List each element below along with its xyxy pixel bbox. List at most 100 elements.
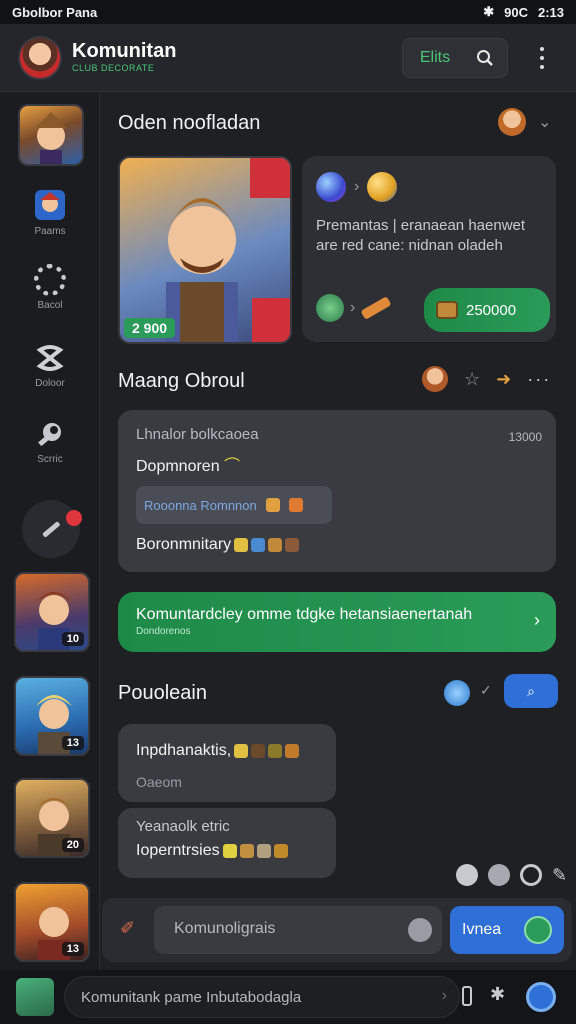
chevron-down-icon[interactable]: ⌄ [538, 112, 551, 132]
pencil-icon[interactable]: ✎ [552, 865, 567, 886]
sword-icon [360, 296, 392, 320]
section-title: Maang Obroul [118, 370, 245, 392]
arrow-right-icon[interactable]: ➜ [496, 369, 511, 390]
section-title: Pouoleain [118, 682, 207, 704]
item-icon [239, 844, 254, 858]
highlight-chip[interactable]: Rooonna Romnnon [136, 486, 332, 524]
chevron-right-icon: › [534, 610, 540, 630]
sidebar-item-doloor[interactable]: Doloor [0, 342, 100, 389]
send-label: Ivnea [462, 921, 502, 938]
edit-button[interactable] [22, 500, 82, 558]
knot-icon [36, 345, 64, 371]
banner-text: Komuntardcley omme tdgke hetansiaenertan… [136, 606, 473, 623]
gem-icon[interactable] [456, 864, 478, 886]
game-badge: 13 [61, 942, 84, 956]
score-badge: 2 900 [124, 318, 176, 338]
emoji-icon[interactable] [408, 918, 432, 942]
avatar[interactable] [18, 36, 62, 80]
reward-button[interactable]: 250000 [424, 288, 550, 332]
status-bar: Gbolbor Pana ✱ 90C 2:13 [0, 0, 576, 24]
phone-icon[interactable] [462, 986, 472, 1006]
game-thumb[interactable]: 13 [14, 882, 90, 962]
ban-icon[interactable] [520, 864, 542, 886]
game-badge: 10 [61, 632, 84, 646]
reward-icon [265, 498, 280, 512]
bluetooth-icon: ✱ [483, 4, 495, 19]
game-thumb[interactable]: 20 [14, 778, 90, 858]
reward-icon [288, 498, 303, 512]
notification-badge [66, 510, 82, 526]
community-banner[interactable]: Komuntardcley omme tdgke hetansiaenertan… [118, 592, 556, 652]
item-icon [268, 744, 283, 758]
game-badge: 13 [61, 736, 84, 750]
wrench-icon [38, 423, 61, 447]
message-input[interactable]: Komunoligrais [154, 906, 442, 954]
status-time: 2:13 [537, 4, 564, 20]
item-icon [251, 538, 266, 552]
shield-avatar-icon [35, 190, 65, 220]
user-avatar-small[interactable] [498, 108, 526, 136]
chat-message[interactable]: Lhnalor bolkcaoea 13000 Dopmnoren ⌒ Rooo… [118, 410, 556, 572]
bottom-avatar[interactable] [16, 978, 54, 1016]
chat-message[interactable]: Yeanaolk etric Ioperntrsies [118, 808, 336, 878]
status-signal: 90C [504, 4, 528, 20]
elits-button[interactable]: Elits [405, 49, 465, 67]
item-icon [234, 744, 249, 758]
banana-icon: ⌒ [224, 458, 241, 475]
sidebar-item-bacol[interactable]: Bacol [0, 264, 100, 311]
search-icon[interactable] [465, 49, 505, 67]
star-icon[interactable]: ☆ [464, 369, 480, 390]
bottom-search-field[interactable]: Komunitank pame Inbutabodagla › [64, 976, 460, 1018]
message-line: Dopmnoren [136, 458, 220, 475]
game-badge: 20 [61, 838, 84, 852]
item-icon [234, 538, 249, 552]
promo-card[interactable]: › Premantas | eranaean haenwet are red c… [302, 156, 556, 342]
message-line: Yeanaolk etric [136, 818, 230, 835]
sidebar-item-label: Paams [34, 226, 66, 237]
game-thumb[interactable]: 13 [14, 676, 90, 756]
more-dots-icon[interactable]: ··· [527, 369, 551, 390]
attach-icon[interactable]: ✐ [120, 918, 135, 939]
chat-message[interactable]: Inpdhanaktis, Oaeom [118, 724, 336, 802]
sidebar-item-paams[interactable]: Paams [0, 188, 100, 237]
assistant-icon[interactable] [526, 982, 556, 1012]
character-icon[interactable] [422, 366, 448, 392]
composer: ✐ Komunoligrais Ivnea [102, 898, 572, 962]
send-button[interactable]: Ivnea [450, 906, 564, 954]
more-menu-icon[interactable] [532, 44, 552, 72]
search-chat-button[interactable]: ⌕ [504, 674, 558, 708]
item-icon [285, 538, 300, 552]
item-icon [268, 538, 283, 552]
orb-icon [316, 172, 346, 202]
message-time: 13000 [508, 430, 542, 444]
promo-text: Premantas | eranaean haenwet are red can… [316, 217, 526, 254]
gear-icon [34, 264, 66, 296]
sidebar-item-scrric[interactable]: Scrric [0, 418, 100, 465]
message-author: Lhnalor bolkcaoea [136, 426, 259, 443]
message-line: Inpdhanaktis, [136, 742, 232, 759]
reward-amount: 250000 [466, 301, 517, 319]
character-icon[interactable] [444, 680, 470, 706]
highlight-text: Rooonna Romnnon [144, 497, 257, 513]
item-icon [256, 844, 271, 858]
bottom-bar: Komunitank pame Inbutabodagla › ✱ [0, 970, 576, 1024]
chevron-right-icon: › [441, 987, 447, 1004]
paw-icon[interactable] [488, 864, 510, 886]
bluetooth-icon[interactable]: ✱ [490, 984, 505, 1005]
game-thumb[interactable]: 10 [14, 572, 90, 652]
featured-game-card[interactable]: 2 900 [118, 156, 292, 344]
item-icon [273, 844, 288, 858]
message-actions: ✎ [456, 864, 567, 886]
message-line: Boronmnitary [136, 536, 232, 553]
status-carrier: Gbolbor Pana [12, 4, 98, 20]
item-icon [251, 744, 266, 758]
section-title: Oden noofladan [118, 112, 261, 134]
bottom-search-text: Komunitank pame Inbutabodagla [81, 989, 302, 1006]
sidebar-item-label: Bacol [37, 300, 63, 311]
item-icon [222, 844, 237, 858]
check-icon: ✓ [480, 682, 492, 698]
refresh-icon [524, 916, 552, 944]
sidebar-item-label: Scrric [37, 454, 63, 465]
message-input-placeholder: Komunoligrais [174, 920, 276, 937]
sidebar-profile-thumb[interactable] [18, 104, 84, 166]
